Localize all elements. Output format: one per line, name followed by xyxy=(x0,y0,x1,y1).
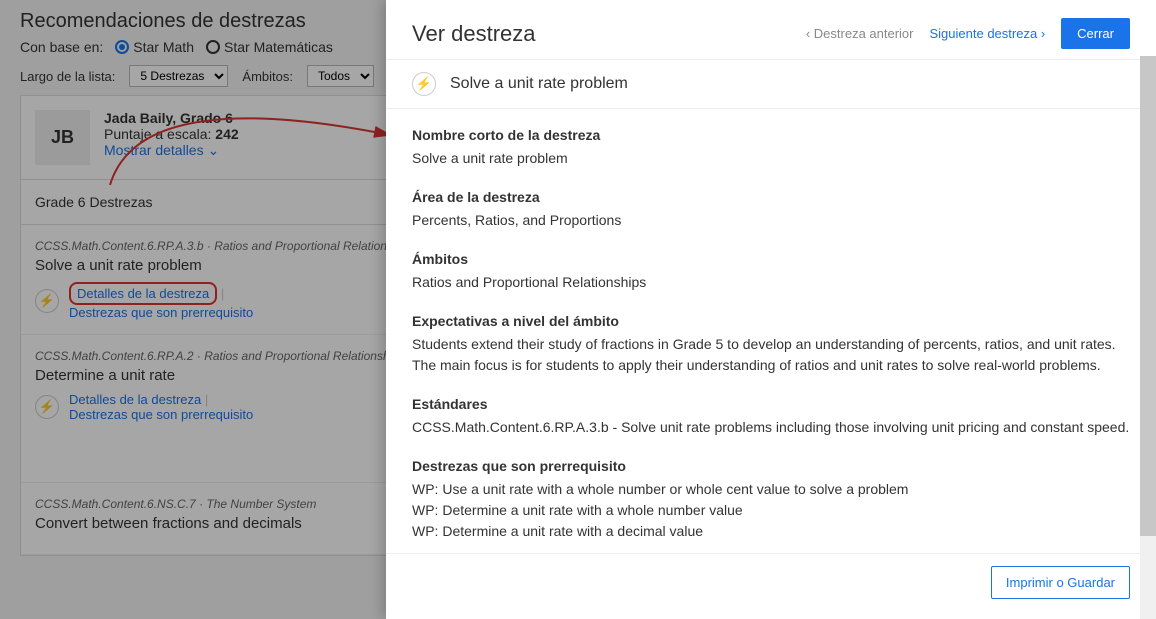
print-button[interactable]: Imprimir o Guardar xyxy=(991,566,1130,599)
detail-body: Solve a unit rate problem xyxy=(412,148,1130,169)
panel-skill-title: Solve a unit rate problem xyxy=(450,75,628,93)
detail-group: Expectativas a nivel del ámbitoStudents … xyxy=(412,311,1130,376)
detail-label: Expectativas a nivel del ámbito xyxy=(412,311,1130,332)
panel-title: Ver destreza xyxy=(412,21,536,47)
detail-body: Students extend their study of fractions… xyxy=(412,334,1130,376)
detail-label: Destrezas que son prerrequisito xyxy=(412,456,1130,477)
detail-group: ÁmbitosRatios and Proportional Relations… xyxy=(412,249,1130,293)
detail-label: Ámbitos xyxy=(412,249,1130,270)
detail-group: Nombre corto de la destrezaSolve a unit … xyxy=(412,125,1130,169)
skill-detail-panel: Ver destreza ‹ Destreza anterior Siguien… xyxy=(386,0,1156,619)
panel-nav: ‹ Destreza anterior Siguiente destreza ›… xyxy=(806,18,1130,49)
panel-subhead: ⚡ Solve a unit rate problem xyxy=(386,60,1156,109)
nav-next[interactable]: Siguiente destreza › xyxy=(930,26,1046,41)
detail-label: Nombre corto de la destreza xyxy=(412,125,1130,146)
detail-group: EstándaresCCSS.Math.Content.6.RP.A.3.b -… xyxy=(412,394,1130,438)
bolt-icon: ⚡ xyxy=(412,72,436,96)
panel-footer: Imprimir o Guardar xyxy=(386,553,1156,619)
detail-body: WP: Use a unit rate with a whole number … xyxy=(412,479,1130,542)
detail-group: Destrezas que son prerrequisitoWP: Use a… xyxy=(412,456,1130,542)
panel-body: Nombre corto de la destrezaSolve a unit … xyxy=(386,109,1156,553)
chevron-left-icon: ‹ xyxy=(806,26,810,41)
detail-body: Percents, Ratios, and Proportions xyxy=(412,210,1130,231)
detail-label: Estándares xyxy=(412,394,1130,415)
detail-body: CCSS.Math.Content.6.RP.A.3.b - Solve uni… xyxy=(412,417,1130,438)
detail-body: Ratios and Proportional Relationships xyxy=(412,272,1130,293)
nav-prev: ‹ Destreza anterior xyxy=(806,26,914,41)
chevron-right-icon: › xyxy=(1041,26,1045,41)
detail-label: Área de la destreza xyxy=(412,187,1130,208)
detail-group: Área de la destrezaPercents, Ratios, and… xyxy=(412,187,1130,231)
scrollbar[interactable] xyxy=(1140,56,1156,619)
close-button[interactable]: Cerrar xyxy=(1061,18,1130,49)
scrollbar-thumb[interactable] xyxy=(1140,56,1156,536)
panel-header: Ver destreza ‹ Destreza anterior Siguien… xyxy=(386,0,1156,60)
